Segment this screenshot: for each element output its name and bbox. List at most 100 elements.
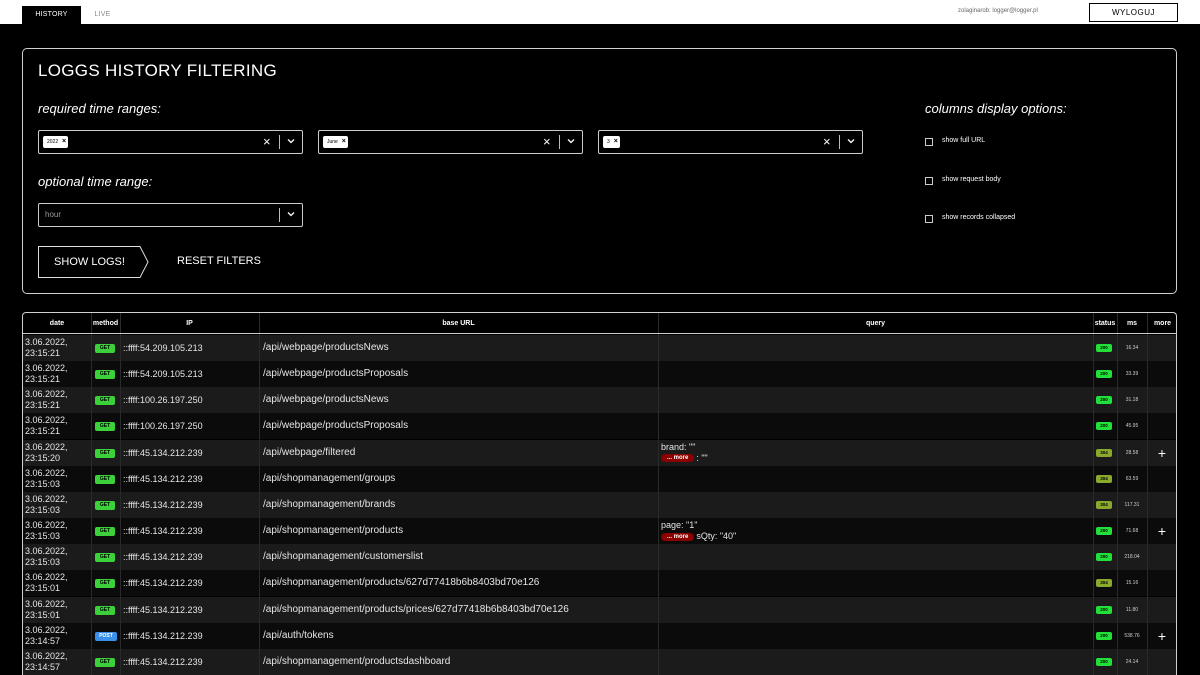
month-select[interactable]: June × ×	[318, 130, 583, 154]
row-ip: ::ffff:100.26.197.250	[123, 395, 203, 406]
row-date: 3.06.2022, 23:15:03	[25, 493, 68, 515]
row-date: 3.06.2022, 23:15:01	[25, 572, 68, 594]
header-ms[interactable]: ms	[1117, 313, 1147, 334]
user-email: zolaginarob: logger@logger.pl	[958, 8, 1038, 14]
row-query	[661, 413, 1091, 439]
row-date: 3.06.2022, 23:14:57	[25, 624, 68, 646]
row-ip: ::ffff:54.209.105.213	[123, 369, 203, 380]
clear-icon[interactable]: ×	[823, 134, 831, 150]
table-row[interactable]: 3.06.2022, 23:15:21 GET::ffff:54.209.105.2…	[23, 361, 1176, 388]
status-badge: 200	[1096, 370, 1112, 379]
year-chip: 2022 ×	[43, 136, 69, 148]
row-ms: 11.80	[1125, 606, 1139, 613]
table-row[interactable]: 3.06.2022, 23:15:03 GET::ffff:45.134.212.2…	[23, 544, 1176, 571]
month-chip: June ×	[323, 136, 348, 148]
more-pill-button[interactable]: ... more	[661, 532, 695, 541]
row-ms: 31.18	[1125, 397, 1139, 404]
expand-plus-icon[interactable]: +	[1154, 440, 1170, 466]
show-request-body-label: show request body	[942, 176, 1001, 183]
show-records-collapsed-checkbox[interactable]	[925, 215, 933, 223]
header-status[interactable]: status	[1093, 313, 1117, 334]
status-badge: 200	[1096, 631, 1112, 640]
table-header: date method IP base URL query status ms …	[23, 313, 1176, 334]
row-date: 3.06.2022, 23:15:20	[25, 441, 68, 463]
header-query[interactable]: query	[658, 313, 1093, 334]
clear-icon[interactable]: ×	[263, 134, 271, 150]
row-base-url: /api/shopmanagement/groups	[263, 472, 396, 484]
chevron-down-icon[interactable]	[847, 137, 855, 145]
table-row[interactable]: 3.06.2022, 23:15:03 GET::ffff:45.134.212.2…	[23, 465, 1176, 492]
chevron-down-icon[interactable]	[287, 210, 295, 218]
row-base-url: /api/shopmanagement/brands	[263, 498, 396, 510]
table-row[interactable]: 3.06.2022, 23:15:03 GET::ffff:45.134.212.2…	[23, 491, 1176, 518]
required-ranges-label: required time ranges:	[38, 101, 161, 116]
chip-remove-icon[interactable]: ×	[614, 136, 618, 148]
row-ms: 16.34	[1125, 345, 1139, 351]
chip-remove-icon[interactable]: ×	[342, 136, 346, 148]
status-badge: 304	[1096, 579, 1112, 588]
row-ip: ::ffff:45.134.212.239	[123, 578, 203, 589]
row-base-url: /api/shopmanagement/products/prices/627d…	[263, 603, 569, 615]
row-ms: 63.59	[1125, 475, 1139, 482]
header-ip[interactable]: IP	[120, 313, 259, 334]
status-badge: 304	[1096, 500, 1112, 509]
row-base-url: /api/webpage/productsNews	[263, 394, 389, 406]
table-row[interactable]: 3.06.2022, 23:15:20 GET::ffff:45.134.212.2…	[23, 439, 1176, 466]
table-row[interactable]: 3.06.2022, 23:15:21 GET::ffff:54.209.105.2…	[23, 335, 1176, 361]
header-more[interactable]: more	[1147, 313, 1176, 334]
show-request-body-checkbox[interactable]	[925, 177, 933, 185]
page-title: LOGGS HISTORY FILTERING	[38, 61, 277, 80]
row-base-url: /api/auth/tokens	[263, 629, 334, 641]
clear-icon[interactable]: ×	[543, 134, 551, 150]
method-badge: GET	[95, 370, 115, 380]
column-separator	[259, 313, 260, 675]
expand-plus-icon[interactable]: +	[1154, 518, 1170, 544]
day-select[interactable]: 3 × ×	[598, 130, 863, 154]
method-badge: GET	[95, 553, 115, 563]
chevron-down-icon[interactable]	[567, 137, 575, 145]
row-date: 3.06.2022, 23:15:03	[25, 467, 68, 489]
show-logs-button[interactable]: SHOW LOGS!	[38, 246, 149, 278]
table-row[interactable]: 3.06.2022, 23:14:57 POST::ffff:45.134.212.…	[23, 622, 1176, 649]
status-badge: 304	[1096, 448, 1112, 457]
top-bar: HISTORY LIVE zolaginarob: logger@logger.…	[0, 0, 1200, 24]
status-badge: 200	[1096, 344, 1112, 352]
table-row[interactable]: 3.06.2022, 23:15:01 GET::ffff:45.134.212.2…	[23, 596, 1176, 623]
show-full-url-checkbox[interactable]	[925, 138, 933, 146]
header-date[interactable]: date	[23, 313, 91, 334]
row-base-url: /api/webpage/productsNews	[263, 342, 389, 353]
chevron-down-icon[interactable]	[287, 137, 295, 145]
hour-select[interactable]: hour	[38, 203, 303, 227]
chip-remove-icon[interactable]: ×	[62, 136, 66, 148]
row-query	[661, 597, 1091, 623]
row-date: 3.06.2022, 23:14:57	[25, 650, 68, 672]
column-separator	[1117, 313, 1118, 675]
status-badge: 304	[1096, 474, 1112, 483]
header-method[interactable]: method	[91, 313, 120, 334]
header-base-url[interactable]: base URL	[259, 313, 658, 334]
reset-filters-button[interactable]: RESET FILTERS	[177, 255, 261, 267]
status-badge: 200	[1096, 553, 1112, 562]
table-row[interactable]: 3.06.2022, 23:15:21 GET::ffff:100.26.197.2…	[23, 387, 1176, 414]
tab-history[interactable]: HISTORY	[22, 6, 81, 24]
year-select[interactable]: 2022 × ×	[38, 130, 303, 154]
table-row[interactable]: 3.06.2022, 23:15:01 GET::ffff:45.134.212.2…	[23, 570, 1176, 597]
table-row[interactable]: 3.06.2022, 23:15:21 GET::ffff:100.26.197.2…	[23, 413, 1176, 440]
row-date: 3.06.2022, 23:15:21	[25, 363, 68, 385]
logout-button[interactable]: WYLOGUJ	[1089, 3, 1178, 22]
column-separator	[91, 313, 92, 675]
expand-plus-icon[interactable]: +	[1154, 623, 1170, 649]
table-row[interactable]: 3.06.2022, 23:15:03 GET::ffff:45.134.212.2…	[23, 518, 1176, 545]
tab-live[interactable]: LIVE	[85, 6, 120, 24]
row-ms: 28.58	[1125, 449, 1139, 456]
more-pill-button[interactable]: ... more	[661, 454, 695, 463]
column-separator	[1093, 313, 1094, 675]
column-separator	[1147, 313, 1148, 675]
method-badge: POST	[95, 631, 117, 641]
table-row[interactable]: 3.06.2022, 23:14:57 GET::ffff:45.134.212.2…	[23, 648, 1176, 675]
row-ms: 15.16	[1125, 580, 1139, 587]
row-query	[661, 361, 1091, 387]
row-base-url: /api/shopmanagement/productsdashboard	[263, 655, 451, 667]
row-ip: ::ffff:45.134.212.239	[123, 447, 203, 458]
query-line: brand: ""	[661, 441, 696, 452]
